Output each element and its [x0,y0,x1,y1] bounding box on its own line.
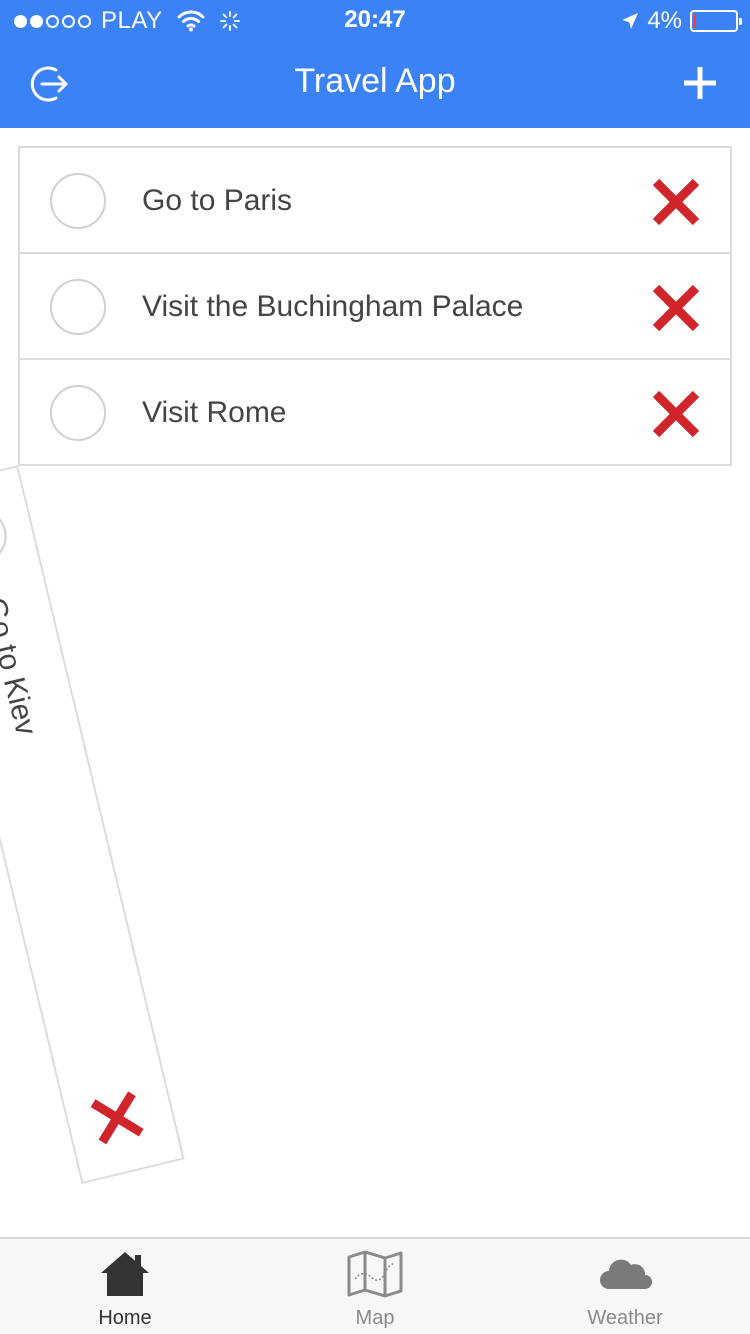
todo-checkbox[interactable] [50,279,106,335]
location-arrow-icon [622,13,639,29]
tab-label: Weather [587,1307,663,1329]
home-icon [101,1252,149,1296]
tab-label: Map [355,1307,395,1329]
todo-list: Go to Paris Visit the Buchingham Palace … [18,146,732,466]
cloud-icon [600,1259,652,1289]
delete-icon[interactable] [650,282,702,334]
battery-icon [690,10,742,32]
todo-label: Go to Paris [142,184,293,217]
battery-percent: 4% [647,7,682,34]
todo-label: Visit the Buchingham Palace [142,290,524,323]
delete-icon[interactable] [86,1087,149,1150]
todo-checkbox[interactable] [50,173,106,229]
page-title: Travel App [294,62,456,100]
status-bar: PLAY 20:47 4% [0,0,750,40]
app-screen: PLAY 20:47 4% Travel App Go to Paris Vis… [0,0,750,1334]
header: PLAY 20:47 4% Travel App [0,0,750,128]
todo-label: Go to Kiev [0,594,43,739]
battery-level [694,14,696,28]
falling-todo-row[interactable]: Go to Kiev [0,465,185,1185]
todo-row[interactable]: Visit Rome [20,360,730,464]
delete-icon[interactable] [650,176,702,228]
todo-checkbox[interactable] [0,502,13,570]
nav-bar: Travel App [0,40,750,128]
tab-bar: Home Map Weather [0,1237,750,1334]
tab-home[interactable]: Home [0,1239,250,1334]
map-icon [347,1250,403,1298]
tab-map[interactable]: Map [250,1239,500,1334]
status-right: 4% [621,6,742,36]
tab-label: Home [98,1307,152,1329]
todo-checkbox[interactable] [50,385,106,441]
todo-row[interactable]: Visit the Buchingham Palace [20,254,730,360]
plus-icon[interactable] [678,58,722,108]
tab-weather[interactable]: Weather [500,1239,750,1334]
todo-row[interactable]: Go to Paris [20,148,730,254]
delete-icon[interactable] [650,388,702,440]
todo-label: Visit Rome [142,396,287,429]
